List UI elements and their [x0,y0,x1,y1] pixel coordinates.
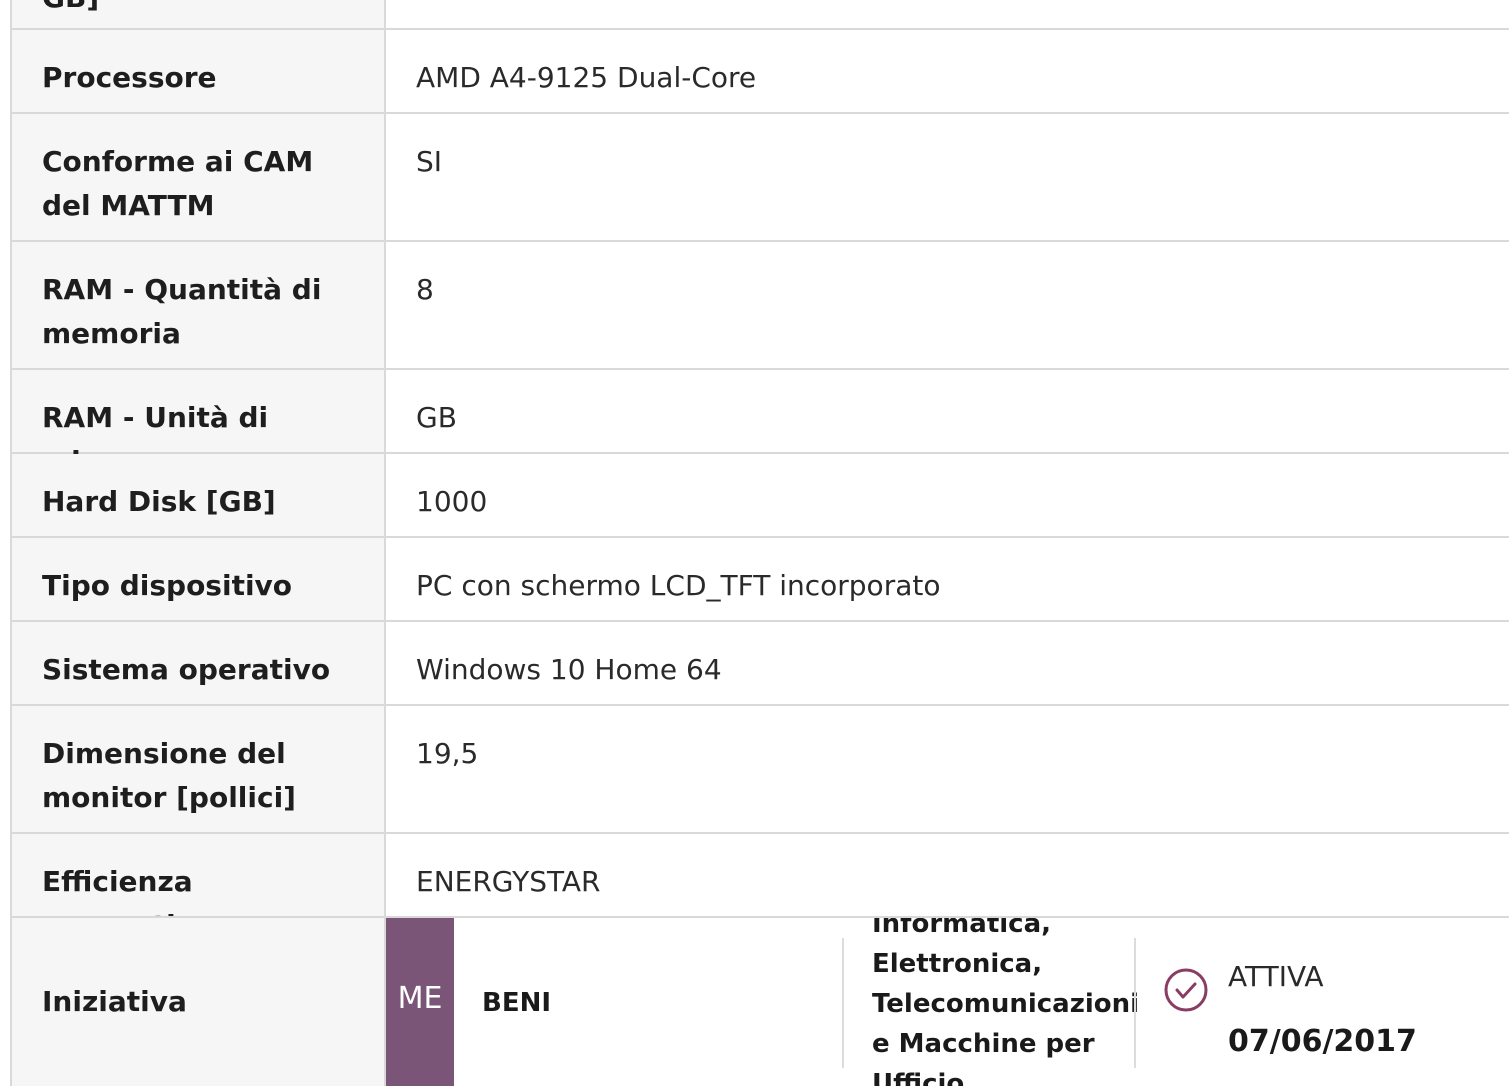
spec-value: GB [386,370,1509,452]
spec-row: GB] [12,0,1509,28]
spec-value: AMD A4-9125 Dual-Core [386,30,1509,112]
spec-row: Dimensione del monitor [pollici] 19,5 [12,704,1509,832]
spec-value: Windows 10 Home 64 [386,622,1509,704]
spec-label: Tipo dispositivo [12,538,386,620]
spec-value: PC con schermo LCD_TFT incorporato [386,538,1509,620]
spec-row: Conforme ai CAM del MATTM SI [12,112,1509,240]
spec-row: Processore AMD A4-9125 Dual-Core [12,28,1509,112]
spec-value: SI [386,114,1509,240]
divider [842,938,844,1068]
spec-value: 19,5 [386,706,1509,832]
spec-row: Efficienza energetica ENERGYSTAR [12,832,1509,942]
spec-value: 8 [386,242,1509,368]
marketplace-badge: ME [386,918,454,1086]
spec-label: Efficienza energetica [12,834,386,942]
spec-row: RAM - Unità di misura GB [12,368,1509,478]
spec-value [386,0,1509,28]
spec-label: Hard Disk [GB] [12,454,386,536]
check-circle-icon [1164,968,1208,1012]
spec-label: RAM - Unità di misura [12,370,386,478]
spec-label: Processore [12,30,386,112]
spec-row: Hard Disk [GB] 1000 [12,452,1509,536]
spec-value: ENERGYSTAR [386,834,1509,916]
spec-label: Conforme ai CAM del MATTM [12,114,386,240]
initiative-type: BENI [482,988,552,1018]
divider [1134,938,1136,1068]
initiative-row: Iniziativa ME BENI Informatica, Elettron… [12,916,1509,1086]
spec-label: GB] [12,0,386,28]
initiative-card[interactable]: ME BENI Informatica, Elettronica, Teleco… [386,918,1509,1086]
status-label: ATTIVA [1228,960,1324,993]
initiative-category: Informatica, Elettronica, Telecomunicazi… [872,918,1140,1086]
spec-label: RAM - Quantità di memoria [12,242,386,368]
spec-label: Sistema operativo [12,622,386,704]
spec-row: Sistema operativo Windows 10 Home 64 [12,620,1509,704]
spec-label: Dimensione del monitor [pollici] [12,706,386,832]
spec-row: RAM - Quantità di memoria 8 [12,240,1509,368]
product-specs-table: GB] Processore AMD A4-9125 Dual-Core Con… [10,0,1509,1086]
status-date: 07/06/2017 [1228,1024,1417,1059]
spec-row: Tipo dispositivo PC con schermo LCD_TFT … [12,536,1509,620]
spec-value: 1000 [386,454,1509,536]
initiative-label: Iniziativa [12,918,386,1086]
